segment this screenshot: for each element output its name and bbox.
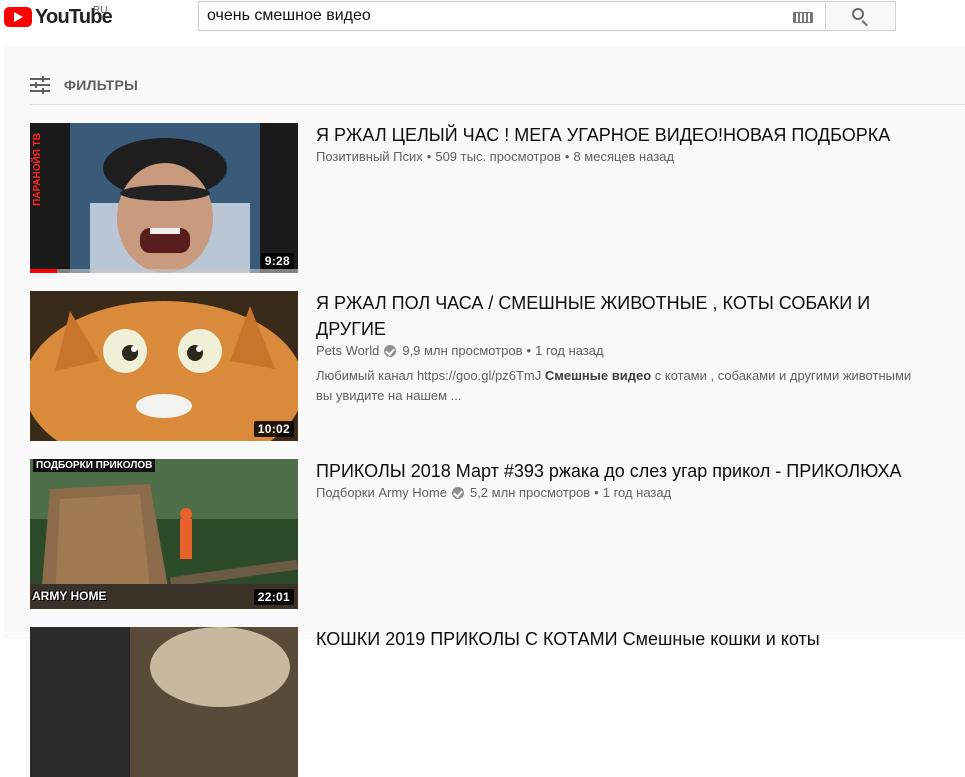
separator: • (594, 485, 599, 500)
play-icon (4, 7, 32, 27)
video-result: ПОДБОРКИ ПРИКОЛОВ ARMY HOME 22:01 ПРИКОЛ… (30, 459, 965, 609)
view-count: 9,9 млн просмотров (402, 343, 523, 358)
video-result: КОШКИ 2019 ПРИКОЛЫ С КОТАМИ Смешные кошк… (30, 627, 965, 777)
verified-icon (384, 344, 397, 357)
search-icon (852, 8, 864, 20)
filter-button[interactable]: ФИЛЬТРЫ (30, 70, 138, 100)
video-thumbnail[interactable]: 10:02 (30, 291, 298, 441)
video-title[interactable]: Я РЖАЛ ЦЕЛЫЙ ЧАС ! МЕГА УГАРНОЕ ВИДЕО!НО… (316, 122, 936, 148)
video-result: 10:02 Я РЖАЛ ПОЛ ЧАСА / СМЕШНЫЕ ЖИВОТНЫЕ… (30, 291, 965, 441)
divider (30, 104, 965, 105)
verified-icon (451, 486, 464, 499)
filter-label: ФИЛЬТРЫ (64, 77, 139, 93)
search-button[interactable] (825, 1, 896, 31)
video-title[interactable]: ПРИКОЛЫ 2018 Март #393 ржака до слез уга… (316, 458, 936, 484)
channel-name[interactable]: Pets World (316, 343, 379, 358)
upload-age: 8 месяцев назад (573, 149, 675, 164)
search-input[interactable] (207, 6, 777, 26)
thumbnail-badge: ПОДБОРКИ ПРИКОЛОВ (33, 459, 156, 472)
channel-name[interactable]: Подборки Army Home (316, 485, 447, 500)
thumbnail-brand: ARMY HOME (32, 589, 107, 603)
video-title[interactable]: Я РЖАЛ ПОЛ ЧАСА / СМЕШНЫЕ ЖИВОТНЫЕ , КОТ… (316, 290, 936, 342)
watch-progress-fill (30, 269, 57, 273)
video-duration: 22:01 (253, 589, 294, 605)
video-thumbnail[interactable]: ПАРАНОЙЯ ТВ 9:28 (30, 123, 298, 273)
separator: • (426, 149, 432, 164)
watch-progress (30, 269, 298, 273)
masthead: YouTube RU (0, 0, 965, 44)
thumbnail-channel-label: ПАРАНОЙЯ ТВ (32, 133, 43, 206)
channel-name[interactable]: Позитивный Псих (316, 149, 423, 164)
upload-age: 1 год назад (602, 485, 672, 500)
video-result: ПАРАНОЙЯ ТВ 9:28 Я РЖАЛ ЦЕЛЫЙ ЧАС ! МЕГА… (30, 123, 965, 273)
video-thumbnail[interactable]: ПОДБОРКИ ПРИКОЛОВ ARMY HOME 22:01 (30, 459, 298, 609)
video-description: Любимый канал https://goo.gl/pz6TmJ Смеш… (316, 366, 916, 406)
separator: • (526, 343, 532, 358)
description-text: Любимый канал https://goo.gl/pz6TmJ (316, 368, 545, 383)
video-duration: 10:02 (253, 421, 294, 437)
video-duration: 9:28 (260, 253, 294, 269)
keyboard-icon[interactable] (793, 12, 813, 23)
search-box (198, 1, 825, 31)
separator: • (564, 149, 570, 164)
video-title[interactable]: КОШКИ 2019 ПРИКОЛЫ С КОТАМИ Смешные кошк… (316, 626, 936, 652)
results-panel: ФИЛЬТРЫ ПАРАНОЙЯ ТВ 9:28 Я РЖАЛ ЦЕЛЫЙ ЧА… (4, 46, 965, 777)
description-highlight: Смешные видео (544, 368, 652, 383)
view-count: 509 тыс. просмотров (435, 149, 561, 164)
video-thumbnail[interactable] (30, 627, 298, 777)
view-count: 5,2 млн просмотров (469, 485, 591, 500)
upload-age: 1 год назад (535, 343, 604, 358)
filter-icon (30, 76, 52, 94)
logo-region: RU (93, 5, 108, 16)
